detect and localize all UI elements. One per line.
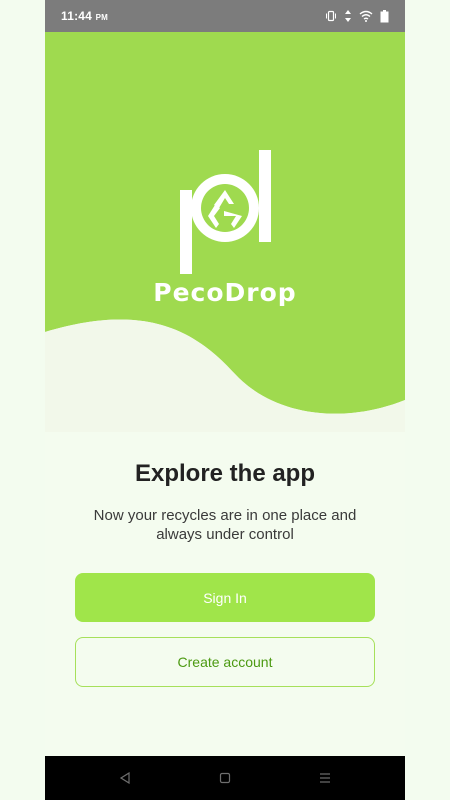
status-time: 11:44 PM	[61, 9, 108, 23]
sign-in-button[interactable]: Sign In	[75, 573, 375, 622]
menu-icon	[320, 773, 330, 783]
vibrate-icon	[326, 10, 336, 22]
pd-recycle-logo-icon	[180, 150, 271, 274]
create-account-button[interactable]: Create account	[75, 637, 375, 687]
system-nav-bar	[45, 756, 405, 800]
wifi-icon	[359, 10, 373, 22]
status-icons	[325, 9, 389, 23]
battery-icon	[380, 9, 389, 22]
menu-button[interactable]	[305, 756, 345, 800]
home-button[interactable]	[205, 756, 245, 800]
hero-banner: PecoDrop	[45, 32, 405, 432]
back-icon	[119, 772, 130, 784]
data-arrows-icon	[345, 10, 351, 22]
home-icon	[219, 772, 231, 784]
page-subtitle: Now your recycles are in one place and a…	[93, 507, 357, 543]
page-title: Explore the app	[134, 460, 316, 487]
status-bar: 11:44 PM	[45, 0, 405, 32]
back-button[interactable]	[105, 756, 145, 800]
phone-screen: 11:44 PM PecoDrop Explore the app Now yo…	[45, 0, 405, 800]
brand-name: PecoDrop	[153, 278, 297, 307]
